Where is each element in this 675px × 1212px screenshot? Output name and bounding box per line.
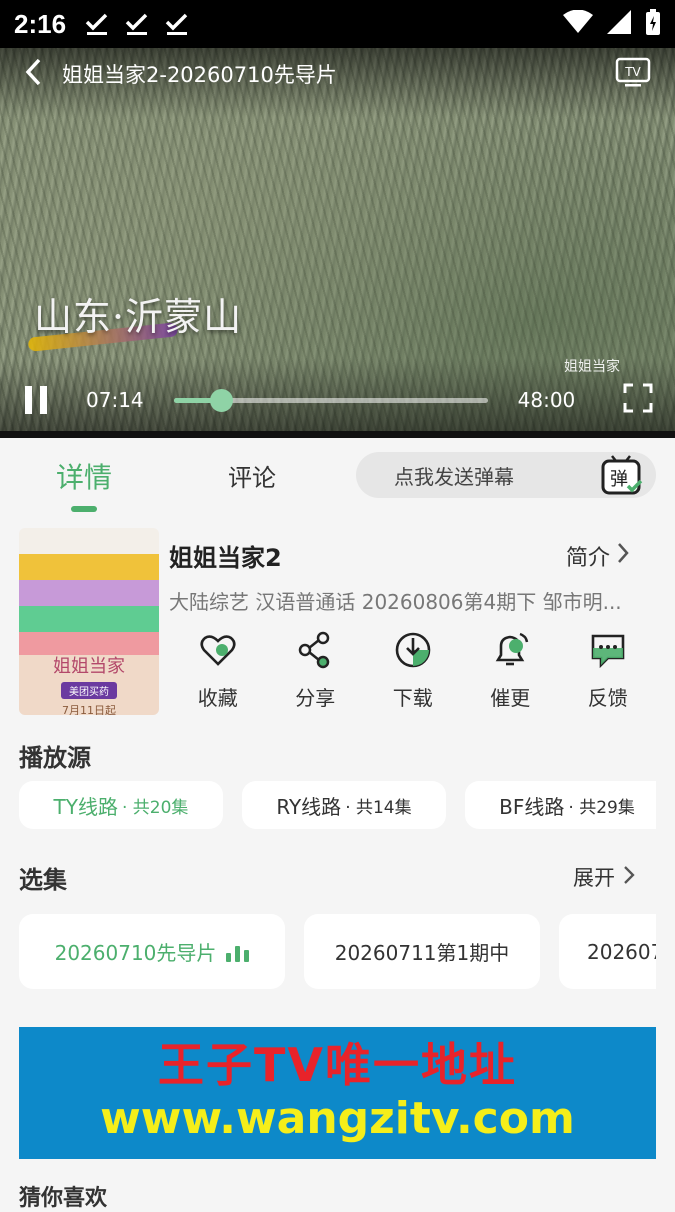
heart-icon bbox=[200, 635, 236, 666]
poster-date: 7月11日起 bbox=[62, 704, 116, 715]
urge-update-button[interactable]: 催更 bbox=[462, 630, 560, 711]
tab-details[interactable]: 详情 bbox=[56, 456, 112, 496]
player-divider bbox=[0, 431, 675, 438]
ad-banner[interactable]: 王子TV唯一地址 www.wangzitv.com bbox=[19, 1027, 656, 1159]
episode-list: 20260710先导片 20260711第1期中 20260712 bbox=[19, 914, 656, 989]
status-bar: 2:16 bbox=[0, 0, 675, 48]
tab-indicator bbox=[71, 506, 97, 512]
bell-icon bbox=[495, 632, 529, 666]
progress-bar[interactable] bbox=[173, 388, 488, 412]
tab-comments[interactable]: 评论 bbox=[228, 458, 276, 493]
feedback-icon bbox=[591, 634, 625, 669]
danmu-input[interactable]: 点我发送弹幕 弹 bbox=[356, 452, 656, 498]
poster-tag: 美团买药 bbox=[61, 682, 117, 699]
favorite-label: 收藏 bbox=[197, 686, 238, 710]
banner-line1: 王子TV唯一地址 bbox=[158, 1038, 517, 1092]
chevron-right-icon bbox=[616, 542, 630, 570]
pause-icon[interactable] bbox=[22, 386, 50, 414]
share-button[interactable]: 分享 bbox=[267, 630, 365, 711]
feedback-label: 反馈 bbox=[587, 686, 628, 710]
banner-line2: www.wangzitv.com bbox=[100, 1093, 575, 1144]
show-poster[interactable]: 姐姐当家 美团买药 7月11日起 bbox=[19, 528, 159, 715]
intro-label: 简介 bbox=[566, 546, 611, 571]
video-player[interactable]: 姐姐当家2-20260710先导片 TV 山东·沂蒙山 姐姐当家 07:14 4… bbox=[0, 48, 675, 438]
scene-caption: 山东·沂蒙山 bbox=[34, 295, 243, 339]
danmu-icon[interactable]: 弹 bbox=[600, 454, 644, 503]
episode-label: 20260711第1期中 bbox=[334, 941, 510, 965]
episode-label: 20260710先导片 bbox=[54, 941, 217, 965]
episode-item[interactable]: 20260712 bbox=[559, 914, 656, 989]
favorite-button[interactable]: 收藏 bbox=[169, 630, 267, 711]
signal-icon bbox=[607, 10, 631, 38]
show-meta: 大陆综艺 汉语普通话 20260806第4期下 邹市明... bbox=[169, 590, 622, 614]
download-icon bbox=[395, 632, 431, 668]
episode-item-active[interactable]: 20260710先导片 bbox=[19, 914, 285, 989]
share-icon bbox=[299, 631, 330, 669]
download-done-icon bbox=[84, 11, 110, 37]
source-name: RY线路 bbox=[276, 794, 342, 819]
show-title: 姐姐当家2 bbox=[169, 544, 282, 572]
expand-label: 展开 bbox=[573, 866, 615, 890]
action-row: 收藏 分享 下载 催更 反馈 bbox=[169, 630, 659, 711]
episode-label: 20260712 bbox=[587, 939, 656, 964]
source-name: TY线路 bbox=[53, 794, 118, 819]
chevron-right-icon bbox=[623, 865, 635, 890]
source-chip-bf[interactable]: BF线路 · 共29集 bbox=[465, 781, 656, 829]
download-done-icon bbox=[164, 11, 190, 37]
source-chip-ry[interactable]: RY线路 · 共14集 bbox=[242, 781, 446, 829]
progress-knob[interactable] bbox=[209, 388, 233, 412]
intro-link[interactable]: 简介 bbox=[566, 540, 630, 572]
source-list: TY线路 · 共20集 RY线路 · 共14集 BF线路 · 共29集 bbox=[19, 781, 656, 831]
expand-button[interactable]: 展开 bbox=[573, 862, 635, 892]
download-done-icon bbox=[124, 11, 150, 37]
poster-title: 姐姐当家 bbox=[53, 656, 125, 677]
video-title: 姐姐当家2-20260710先导片 bbox=[62, 63, 337, 87]
recommend-title: 猜你喜欢 bbox=[19, 1186, 108, 1211]
svg-text:TV: TV bbox=[624, 65, 641, 79]
status-time: 2:16 bbox=[14, 8, 67, 39]
svg-text:弹: 弹 bbox=[610, 469, 628, 490]
source-count: · 共20集 bbox=[121, 797, 189, 818]
download-notifications bbox=[84, 11, 190, 37]
cast-tv-icon[interactable]: TV bbox=[615, 55, 651, 93]
player-controls: 07:14 48:00 bbox=[0, 380, 675, 420]
current-time: 07:14 bbox=[86, 388, 144, 412]
episodes-title: 选集 bbox=[19, 866, 67, 894]
player-topbar: 姐姐当家2-20260710先导片 TV bbox=[0, 48, 675, 100]
feedback-button[interactable]: 反馈 bbox=[559, 630, 657, 711]
source-chip-ty[interactable]: TY线路 · 共20集 bbox=[19, 781, 223, 829]
source-count: · 共29集 bbox=[568, 797, 635, 818]
danmu-placeholder: 点我发送弹幕 bbox=[394, 464, 514, 489]
fullscreen-icon[interactable] bbox=[623, 383, 653, 417]
urge-update-label: 催更 bbox=[490, 686, 531, 710]
sources-title: 播放源 bbox=[19, 744, 91, 772]
download-button[interactable]: 下载 bbox=[364, 630, 462, 711]
wifi-icon bbox=[563, 9, 593, 38]
back-icon[interactable] bbox=[24, 57, 42, 91]
playing-indicator-icon bbox=[226, 942, 250, 962]
show-watermark: 姐姐当家 bbox=[564, 359, 620, 375]
duration: 48:00 bbox=[517, 388, 576, 412]
source-name: BF线路 bbox=[499, 794, 565, 819]
share-label: 分享 bbox=[295, 686, 336, 710]
episode-item[interactable]: 20260711第1期中 bbox=[304, 914, 540, 989]
download-label: 下载 bbox=[392, 686, 433, 710]
detail-tabs: 详情 评论 点我发送弹幕 弹 bbox=[0, 438, 675, 520]
battery-icon bbox=[645, 9, 661, 39]
poster-bottom: 姐姐当家 美团买药 7月11日起 bbox=[19, 655, 159, 715]
source-count: · 共14集 bbox=[345, 797, 412, 818]
